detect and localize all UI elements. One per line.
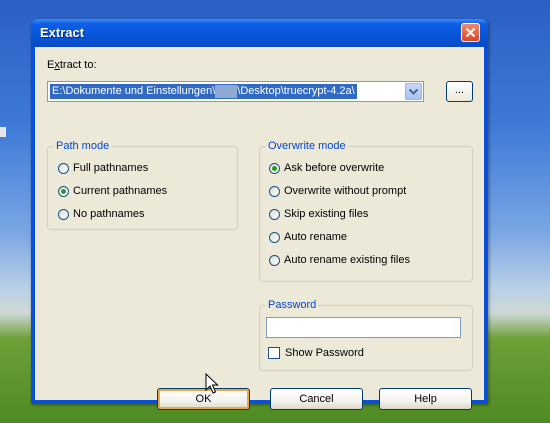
dialog-body: Extract to: E:\Dokumente und Einstellung…: [35, 47, 484, 410]
radio-button: [58, 208, 69, 220]
radio-button: [269, 208, 280, 220]
redacted-username: [215, 84, 238, 98]
help-button[interactable]: Help: [379, 388, 472, 410]
cancel-button[interactable]: Cancel: [270, 388, 363, 410]
radio-full-pathnames[interactable]: Full pathnames: [58, 162, 148, 174]
radio-button: [269, 231, 280, 243]
password-input[interactable]: [266, 317, 461, 338]
close-button[interactable]: [461, 23, 480, 42]
combo-dropdown-button[interactable]: [405, 83, 422, 100]
radio-current-pathnames[interactable]: Current pathnames: [58, 185, 167, 197]
radio-button: [269, 254, 280, 266]
window-title: Extract: [40, 25, 85, 40]
browse-button[interactable]: ...: [446, 81, 473, 102]
radio-overwrite-without-prompt[interactable]: Overwrite without prompt: [269, 185, 406, 197]
password-title: Password: [266, 299, 319, 311]
password-group: Password: [259, 299, 473, 371]
close-icon: [465, 27, 476, 38]
extract-dialog: Extract Extract to: E:\Dokumente und Ein…: [31, 19, 488, 410]
radio-skip-existing-files[interactable]: Skip existing files: [269, 208, 368, 220]
show-password-checkbox[interactable]: Show Password: [268, 347, 364, 359]
overwrite-mode-title: Overwrite mode: [266, 140, 348, 152]
radio-no-pathnames[interactable]: No pathnames: [58, 208, 145, 220]
radio-button: [58, 162, 69, 174]
chevron-down-icon: [409, 88, 418, 95]
radio-button: [269, 185, 280, 197]
path-mode-title: Path mode: [54, 140, 112, 152]
radio-button-selected: [58, 185, 69, 197]
ok-button[interactable]: OK: [157, 388, 250, 410]
extract-path-value: E:\Dokumente und Einstellungen\ \Desktop\…: [50, 84, 357, 99]
title-bar[interactable]: Extract: [31, 19, 488, 47]
radio-auto-rename[interactable]: Auto rename: [269, 231, 347, 243]
checkbox: [268, 347, 280, 359]
mouse-cursor-icon: [205, 373, 219, 394]
extract-path-combobox[interactable]: E:\Dokumente und Einstellungen\ \Desktop\…: [47, 81, 424, 102]
radio-auto-rename-existing[interactable]: Auto rename existing files: [269, 254, 410, 266]
extract-to-label: Extract to:: [47, 59, 97, 71]
radio-ask-before-overwrite[interactable]: Ask before overwrite: [269, 162, 384, 174]
radio-button-selected: [269, 162, 280, 174]
desktop-icon-fragment: [0, 127, 6, 137]
